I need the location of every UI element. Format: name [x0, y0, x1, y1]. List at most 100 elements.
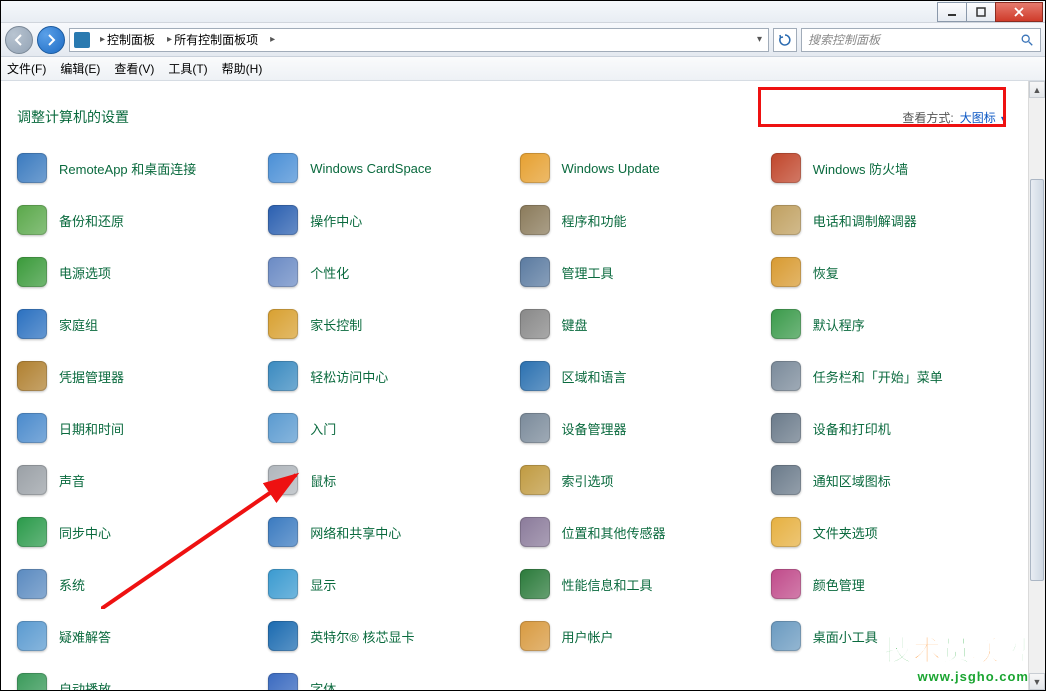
menu-view[interactable]: 查看(V) — [114, 60, 154, 77]
address-dropdown[interactable]: ▾ — [751, 29, 768, 51]
cpl-item-getting-started[interactable]: 入门 — [266, 411, 513, 445]
breadcrumb-segment[interactable]: ▸控制面板 — [94, 29, 161, 51]
vertical-scrollbar[interactable]: ▲ ▼ — [1028, 81, 1045, 690]
items-grid: RemoteApp 和桌面连接Windows CardSpaceWindows … — [13, 145, 1016, 690]
cpl-item-keyboard[interactable]: 键盘 — [518, 307, 765, 341]
firewall-icon — [769, 151, 803, 185]
cpl-item-region[interactable]: 区域和语言 — [518, 359, 765, 393]
system-icon — [15, 567, 49, 601]
cpl-item-taskbar[interactable]: 任务栏和「开始」菜单 — [769, 359, 1016, 393]
cpl-item-firewall[interactable]: Windows 防火墙 — [769, 151, 1016, 185]
minimize-button[interactable] — [937, 2, 967, 22]
scroll-down-button[interactable]: ▼ — [1029, 673, 1045, 690]
navigation-bar: ▸控制面板 ▸所有控制面板项 ▸ ▾ 搜索控制面板 — [1, 23, 1045, 57]
sync-icon — [15, 515, 49, 549]
cpl-item-user-accounts[interactable]: 用户帐户 — [518, 619, 765, 653]
cpl-item-label: 自动播放 — [59, 679, 111, 691]
cpl-item-power[interactable]: 电源选项 — [15, 255, 262, 289]
cpl-item-backup[interactable]: 备份和还原 — [15, 203, 262, 237]
menu-file[interactable]: 文件(F) — [7, 60, 46, 77]
control-panel-window: ▸控制面板 ▸所有控制面板项 ▸ ▾ 搜索控制面板 文件(F) 编辑(E) 查看… — [0, 0, 1046, 691]
cpl-item-homegroup[interactable]: 家庭组 — [15, 307, 262, 341]
cpl-item-system[interactable]: 系统 — [15, 567, 262, 601]
cpl-item-label: 鼠标 — [310, 471, 336, 490]
scroll-track[interactable] — [1029, 98, 1045, 673]
maximize-button[interactable] — [966, 2, 996, 22]
taskbar-icon — [769, 359, 803, 393]
cpl-item-color-mgmt[interactable]: 颜色管理 — [769, 567, 1016, 601]
cpl-item-notification-icons[interactable]: 通知区域图标 — [769, 463, 1016, 497]
network-sharing-icon — [266, 515, 300, 549]
cpl-item-folder-options[interactable]: 文件夹选项 — [769, 515, 1016, 549]
breadcrumb-chevron[interactable]: ▸ — [264, 29, 281, 51]
cpl-item-admin-tools[interactable]: 管理工具 — [518, 255, 765, 289]
region-icon — [518, 359, 552, 393]
scroll-thumb[interactable] — [1030, 179, 1044, 582]
location-sensors-icon — [518, 515, 552, 549]
cpl-item-label: 入门 — [310, 419, 336, 438]
getting-started-icon — [266, 411, 300, 445]
cpl-item-recovery[interactable]: 恢复 — [769, 255, 1016, 289]
search-placeholder: 搜索控制面板 — [808, 31, 880, 48]
cpl-item-label: 设备管理器 — [562, 419, 627, 438]
cpl-item-indexing[interactable]: 索引选项 — [518, 463, 765, 497]
cpl-item-action-center[interactable]: 操作中心 — [266, 203, 513, 237]
forward-button[interactable] — [37, 26, 65, 54]
cpl-item-label: 电源选项 — [59, 263, 111, 282]
backup-icon — [15, 203, 49, 237]
back-button[interactable] — [5, 26, 33, 54]
parental-icon — [266, 307, 300, 341]
performance-icon — [518, 567, 552, 601]
indexing-icon — [518, 463, 552, 497]
cpl-item-phone-modem[interactable]: 电话和调制解调器 — [769, 203, 1016, 237]
cpl-item-fonts[interactable]: 字体 — [266, 671, 513, 690]
cpl-item-label: 位置和其他传感器 — [562, 523, 666, 542]
cpl-item-mouse[interactable]: 鼠标 — [266, 463, 513, 497]
cpl-item-label: 性能信息和工具 — [562, 575, 653, 594]
cpl-item-ease-access[interactable]: 轻松访问中心 — [266, 359, 513, 393]
panel-title: 调整计算机的设置 — [17, 107, 129, 127]
cpl-item-label: 字体 — [310, 679, 336, 691]
device-manager-icon — [518, 411, 552, 445]
notification-icons-icon — [769, 463, 803, 497]
cpl-item-devices-printers[interactable]: 设备和打印机 — [769, 411, 1016, 445]
menu-edit[interactable]: 编辑(E) — [60, 60, 100, 77]
cpl-item-display[interactable]: 显示 — [266, 567, 513, 601]
cpl-item-autoplay[interactable]: 自动播放 — [15, 671, 262, 690]
menu-tools[interactable]: 工具(T) — [168, 60, 207, 77]
autoplay-icon — [15, 671, 49, 690]
view-by-value[interactable]: 大图标 ▼ — [960, 109, 1008, 126]
cpl-item-remoteapp[interactable]: RemoteApp 和桌面连接 — [15, 151, 262, 185]
menu-help[interactable]: 帮助(H) — [222, 60, 263, 77]
cpl-item-label: 显示 — [310, 575, 336, 594]
address-bar[interactable]: ▸控制面板 ▸所有控制面板项 ▸ ▾ — [69, 28, 769, 52]
cpl-item-datetime[interactable]: 日期和时间 — [15, 411, 262, 445]
panel-header: 调整计算机的设置 查看方式: 大图标 ▼ — [13, 89, 1016, 145]
cpl-item-label: 声音 — [59, 471, 85, 490]
scroll-up-button[interactable]: ▲ — [1029, 81, 1045, 98]
cpl-item-performance[interactable]: 性能信息和工具 — [518, 567, 765, 601]
close-button[interactable] — [995, 2, 1043, 22]
cpl-item-parental[interactable]: 家长控制 — [266, 307, 513, 341]
cpl-item-location-sensors[interactable]: 位置和其他传感器 — [518, 515, 765, 549]
cpl-item-programs[interactable]: 程序和功能 — [518, 203, 765, 237]
cpl-item-credential[interactable]: 凭据管理器 — [15, 359, 262, 393]
cpl-item-label: 通知区域图标 — [813, 471, 891, 490]
cpl-item-cardspace[interactable]: Windows CardSpace — [266, 151, 513, 185]
cpl-item-intel-gfx[interactable]: 英特尔® 核芯显卡 — [266, 619, 513, 653]
cpl-item-default-programs[interactable]: 默认程序 — [769, 307, 1016, 341]
cpl-item-network-sharing[interactable]: 网络和共享中心 — [266, 515, 513, 549]
refresh-button[interactable] — [773, 28, 797, 52]
cpl-item-personalize[interactable]: 个性化 — [266, 255, 513, 289]
action-center-icon — [266, 203, 300, 237]
cpl-item-update[interactable]: Windows Update — [518, 151, 765, 185]
cpl-item-device-manager[interactable]: 设备管理器 — [518, 411, 765, 445]
cpl-item-gadgets[interactable]: 桌面小工具 — [769, 619, 1016, 653]
cpl-item-troubleshoot[interactable]: 疑难解答 — [15, 619, 262, 653]
search-input[interactable]: 搜索控制面板 — [801, 28, 1041, 52]
breadcrumb-segment[interactable]: ▸所有控制面板项 — [161, 29, 264, 51]
cpl-item-sync[interactable]: 同步中心 — [15, 515, 262, 549]
cpl-item-label: 同步中心 — [59, 523, 111, 542]
cpl-item-label: 任务栏和「开始」菜单 — [813, 367, 943, 386]
cpl-item-sound[interactable]: 声音 — [15, 463, 262, 497]
